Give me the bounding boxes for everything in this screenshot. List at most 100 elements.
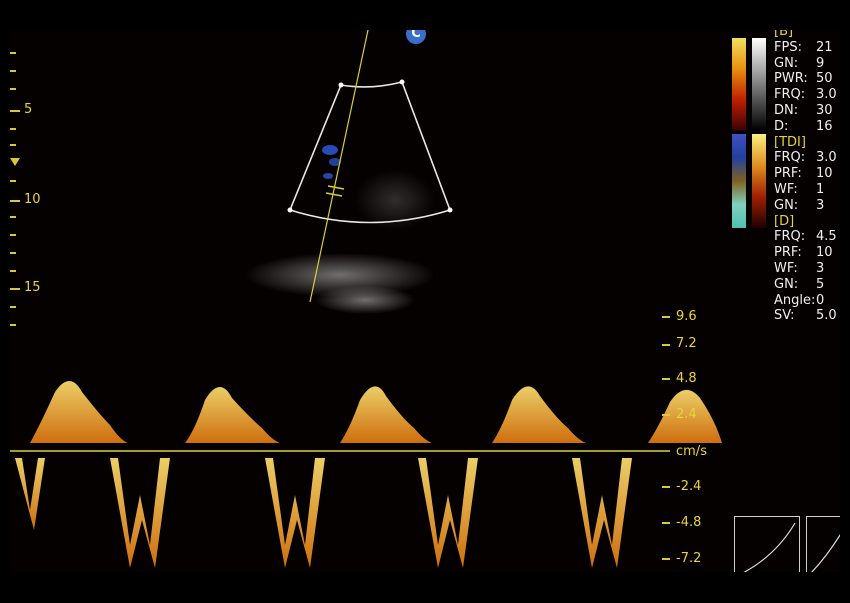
d-header: [D] xyxy=(774,213,795,229)
depth-tick xyxy=(10,52,16,54)
ultrasound-display: C 5 10 15 9.6 7.2 4.8 2.4 cm/s -2.4 -4.8… xyxy=(10,30,840,572)
param-key: PRF: xyxy=(774,245,802,261)
param-key: DN: xyxy=(774,102,799,118)
b-mode-header: [B] xyxy=(774,30,794,39)
param-value: 3 xyxy=(816,197,825,213)
color-flow xyxy=(323,173,333,179)
curve-icon xyxy=(811,533,840,572)
param-value: 3 xyxy=(816,260,825,276)
param-value: 3.0 xyxy=(816,150,837,166)
velocity-colorbar xyxy=(732,134,746,228)
depth-tick-major xyxy=(10,288,20,290)
spectral-doppler-trace xyxy=(10,381,722,568)
depth-tick xyxy=(10,324,16,326)
curve-icon xyxy=(743,522,796,572)
depth-label: 15 xyxy=(24,280,41,295)
param-value: 5 xyxy=(816,276,825,292)
sample-gate[interactable] xyxy=(327,185,345,190)
sample-gate[interactable] xyxy=(325,192,343,197)
tdi-params: FRQ: 3.0 PRF: 10 WF: 1 GN: 3 xyxy=(774,150,840,213)
sector-corner xyxy=(338,82,344,88)
param-row: GN: 5 xyxy=(774,277,840,293)
velocity-label: -2.4 xyxy=(676,479,702,494)
velocity-tick xyxy=(662,522,670,524)
depth-tick-major xyxy=(10,200,20,202)
param-key: FRQ: xyxy=(774,229,806,245)
velocity-tick xyxy=(662,316,670,318)
param-value: 9 xyxy=(816,55,825,71)
param-key: PWR: xyxy=(774,71,808,87)
negative-waves xyxy=(15,458,632,568)
velocity-tick xyxy=(662,344,670,346)
doppler-colorbar xyxy=(752,134,766,228)
param-key: PRF: xyxy=(774,166,802,182)
param-value: 4.5 xyxy=(816,229,837,245)
param-key: FPS: xyxy=(774,39,802,55)
depth-tick xyxy=(10,180,16,182)
depth-label: 10 xyxy=(24,192,41,207)
velocity-unit: cm/s xyxy=(676,444,707,459)
sector-corner xyxy=(287,207,293,213)
velocity-label: 9.6 xyxy=(676,309,697,324)
param-key: WF: xyxy=(774,181,798,197)
velocity-label: -4.8 xyxy=(676,515,702,530)
param-row: PRF: 10 xyxy=(774,245,840,261)
param-row: WF: 1 xyxy=(774,182,840,198)
param-value: 3.0 xyxy=(816,87,837,103)
param-key: Angle: xyxy=(774,292,816,308)
param-row: FRQ: 4.5 xyxy=(774,229,840,245)
sector-corner xyxy=(447,207,453,213)
param-row: FRQ: 3.0 xyxy=(774,150,840,166)
param-row: D: 16 xyxy=(774,119,840,135)
parameter-panel: [B] FPS: 21 GN: 9 PWR: 50 FRQ: 3.0 DN: 30 D: 16 [TD… xyxy=(774,30,840,324)
focus-marker-icon[interactable] xyxy=(10,158,20,166)
param-key: FRQ: xyxy=(774,150,806,166)
param-row: PWR: 50 xyxy=(774,71,840,87)
param-value: 50 xyxy=(816,71,833,87)
d-params: FRQ: 4.5 PRF: 10 WF: 3 GN: 5 Angle: 0 SV: 5.0 xyxy=(774,229,840,324)
param-row: SV: 5.0 xyxy=(774,308,840,324)
param-row: DN: 30 xyxy=(774,103,840,119)
positive-waves xyxy=(30,381,722,443)
param-value: 1 xyxy=(816,181,825,197)
velocity-tick xyxy=(662,414,670,416)
depth-tick xyxy=(10,70,16,72)
param-key: GN: xyxy=(774,276,799,292)
velocity-tick xyxy=(662,558,670,560)
param-key: GN: xyxy=(774,197,799,213)
param-key: D: xyxy=(774,118,789,134)
param-key: GN: xyxy=(774,55,799,71)
velocity-label: -7.2 xyxy=(676,551,702,566)
bmode-colorbar xyxy=(732,38,746,130)
velocity-label: 2.4 xyxy=(676,407,697,422)
param-value: 30 xyxy=(816,102,833,118)
depth-tick xyxy=(10,128,16,130)
tdi-header: [TDI] xyxy=(774,134,806,150)
param-key: SV: xyxy=(774,308,795,324)
param-key: FRQ: xyxy=(774,87,806,103)
param-row: Angle: 0 xyxy=(774,293,840,309)
velocity-tick xyxy=(662,378,670,380)
trace-button-2[interactable] xyxy=(806,516,840,572)
depth-tick xyxy=(10,88,16,90)
param-value: 5.0 xyxy=(816,308,837,324)
param-row: PRF: 10 xyxy=(774,166,840,182)
trace-button[interactable] xyxy=(734,516,800,572)
grayscale-bar xyxy=(752,38,766,130)
param-row: FRQ: 3.0 xyxy=(774,87,840,103)
sector-corner xyxy=(399,79,405,85)
param-value: 21 xyxy=(816,39,833,55)
param-value: 10 xyxy=(816,245,833,261)
velocity-tick xyxy=(662,486,670,488)
velocity-label: 4.8 xyxy=(676,371,697,386)
depth-tick-major xyxy=(10,110,20,112)
depth-tick xyxy=(10,234,16,236)
param-row: WF: 3 xyxy=(774,261,840,277)
b-mode-params: FPS: 21 GN: 9 PWR: 50 FRQ: 3.0 DN: 30 D: 16 xyxy=(774,40,840,135)
depth-tick xyxy=(10,252,16,254)
param-row: GN: 9 xyxy=(774,56,840,72)
depth-tick xyxy=(10,216,16,218)
tissue-echo xyxy=(315,286,415,314)
param-row: FPS: 21 xyxy=(774,40,840,56)
depth-tick xyxy=(10,270,16,272)
